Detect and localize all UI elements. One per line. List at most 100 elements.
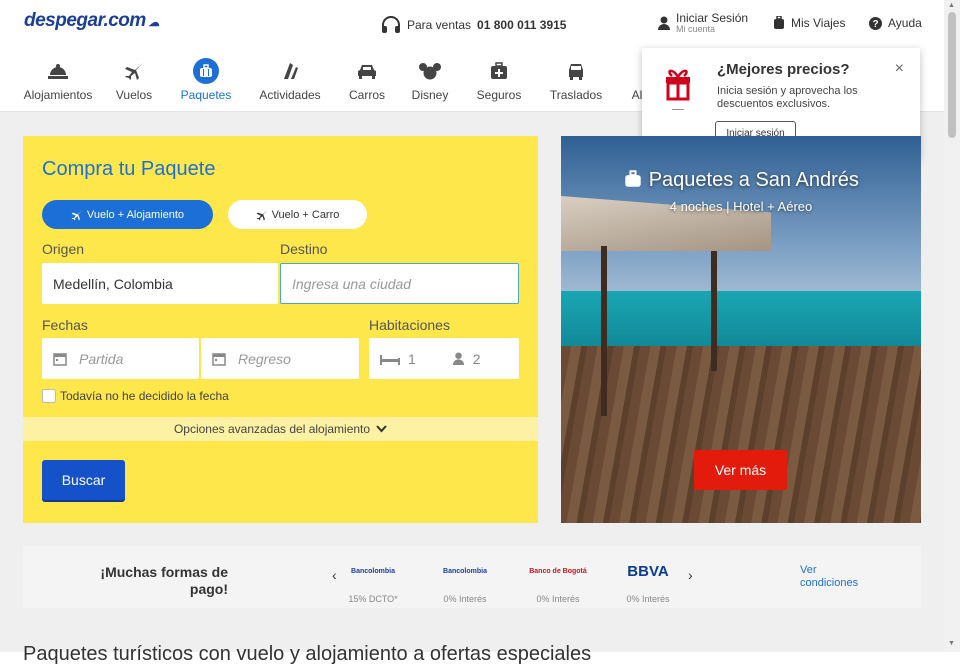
popover-text: Inicia sesión y aprovecha los descuentos… (717, 85, 858, 110)
sales-number: 01 800 011 3915 (477, 18, 567, 32)
hotel-bell-icon (48, 64, 68, 79)
departure-placeholder: Partida (79, 350, 124, 367)
promo-post (711, 251, 717, 371)
payment-title: ¡Muchas formas de pago! (93, 564, 228, 598)
guests-value: 2 (472, 350, 481, 367)
nav-label: Alojamientos (23, 88, 93, 102)
my-trips-link[interactable]: Mis Viajes (773, 16, 845, 30)
nav-item-alojamientos[interactable]: Alojamientos (18, 58, 98, 102)
conditions-link[interactable]: Ver condiciones (800, 564, 858, 590)
departure-input[interactable]: Partida (42, 338, 199, 379)
login-label: Iniciar Sesión (676, 11, 749, 25)
see-more-button[interactable]: Ver más (694, 450, 787, 490)
package-search-form: Compra tu Paquete Vuelo + Alojamiento Vu… (23, 136, 538, 523)
help-icon: ? (869, 16, 882, 30)
checkbox-label: Todavía no he decidido la fecha (60, 389, 229, 403)
payment-methods-strip: ¡Muchas formas de pago! ‹ Bancolombia 15… (23, 546, 921, 608)
bank-caption: 15% DCTO* (348, 594, 398, 604)
nav-label: Disney (411, 88, 449, 102)
bank-caption: 0% Interés (536, 594, 580, 604)
login-sublabel: Mi cuenta (676, 24, 716, 34)
insurance-icon (491, 62, 507, 79)
disney-icon (419, 63, 441, 80)
return-input[interactable]: Regreso (201, 338, 359, 379)
nav-item-seguros[interactable]: Seguros (459, 58, 539, 102)
nav-item-paquetes[interactable]: Paquetes (166, 58, 246, 102)
suitcase-icon (625, 170, 641, 187)
help-label: Ayuda (888, 16, 922, 30)
bank-caption: 0% Interés (443, 594, 487, 604)
my-trips-label: Mis Viajes (791, 16, 846, 30)
suitcase-icon (200, 64, 212, 77)
scrollbar-thumb[interactable] (948, 12, 956, 138)
conditions-line1: Ver (800, 564, 817, 576)
checkbox-box[interactable] (42, 389, 56, 403)
bank-caption: 0% Interés (626, 594, 670, 604)
nav-item-actividades[interactable]: Actividades (250, 58, 330, 102)
chevron-down-icon (376, 425, 387, 433)
bank-logo: Banco de Bogotá (529, 567, 587, 575)
nav-label: Al (631, 88, 643, 102)
sales-phone[interactable]: Para ventas 01 800 011 3915 (381, 16, 566, 34)
nav-label: Carros (348, 88, 385, 102)
person-icon (452, 352, 464, 365)
tab-flight-car[interactable]: Vuelo + Carro (228, 200, 367, 229)
bank-bancolombia[interactable]: Bancolombia 15% DCTO* (343, 560, 403, 605)
calendar-icon (212, 352, 226, 366)
rooms-guests-selector[interactable]: 1 2 (369, 338, 519, 379)
bank-logo: Bancolombia (443, 567, 487, 575)
nav-label: Paquetes (180, 88, 232, 102)
close-icon[interactable]: × (895, 60, 904, 78)
activities-icon (284, 63, 298, 79)
nav-label: Actividades (259, 88, 321, 102)
scroll-down-icon[interactable]: ▼ (948, 640, 955, 647)
advanced-options-toggle[interactable]: Opciones avanzadas del alojamiento (23, 417, 538, 441)
bank-banco-de-bogota[interactable]: Banco de Bogotá 0% Interés (528, 560, 588, 605)
transfer-icon (569, 64, 583, 80)
undecided-date-checkbox[interactable]: Todavía no he decidido la fecha (42, 389, 229, 403)
bank-bancolombia[interactable]: Bancolombia 0% Interés (435, 560, 495, 605)
promo-subtitle: 4 noches | Hotel + Aéreo (669, 199, 813, 214)
plane-icon (71, 209, 83, 220)
promo-deck (561, 346, 921, 523)
carousel-next-icon[interactable]: › (688, 567, 693, 583)
popover-title: ¿Mejores precios? (717, 61, 850, 78)
calendar-icon (53, 352, 67, 366)
destination-input[interactable]: Ingresa una ciudad (280, 263, 519, 304)
gift-icon (666, 69, 690, 110)
origin-input[interactable]: Medellín, Colombia (42, 263, 278, 304)
nav-item-vuelos[interactable]: Vuelos (94, 58, 174, 102)
tab-flight-hotel[interactable]: Vuelo + Alojamiento (42, 200, 213, 229)
return-placeholder: Regreso (238, 350, 291, 367)
rooms-value: 1 (408, 350, 416, 367)
promo-post (601, 246, 607, 416)
nav-item-disney[interactable]: Disney (390, 58, 470, 102)
scroll-up-icon[interactable]: ▲ (948, 2, 955, 9)
origin-label: Origen (42, 241, 85, 257)
top-bar: despegar.com ☁ Para ventas 01 800 011 39… (0, 0, 944, 48)
login-link[interactable]: Iniciar Sesión Mi cuenta (658, 11, 748, 34)
promo-banner: Paquetes a San Andrés 4 noches | Hotel +… (561, 136, 921, 523)
promo-title: Paquetes a San Andrés (561, 169, 921, 192)
promo-title-text: Paquetes a San Andrés (648, 169, 859, 191)
user-icon (658, 16, 670, 30)
nav-label: Traslados (549, 88, 603, 102)
bank-bbva[interactable]: BBVA 0% Interés (618, 560, 678, 605)
advanced-options-label: Opciones avanzadas del alojamiento (173, 422, 371, 436)
carousel-prev-icon[interactable]: ‹ (332, 567, 337, 583)
help-link[interactable]: ? Ayuda (869, 16, 922, 30)
page-scrollbar[interactable]: ▲ ▼ (944, 0, 960, 652)
bed-icon (380, 354, 400, 365)
plane-icon (256, 209, 268, 220)
payment-title-line1: ¡Muchas formas de (100, 564, 228, 580)
headset-icon (382, 16, 400, 33)
car-icon (358, 65, 376, 79)
dates-label: Fechas (42, 317, 88, 333)
tab-label: Vuelo + Carro (271, 208, 340, 221)
search-title: Compra tu Paquete (42, 158, 216, 180)
rooms-label: Habitaciones (369, 317, 450, 333)
search-button[interactable]: Buscar (42, 460, 125, 500)
nav-label: Seguros (476, 88, 522, 102)
luggage-icon (774, 16, 784, 29)
despegar-logo[interactable]: despegar.com ☁ (24, 10, 159, 32)
